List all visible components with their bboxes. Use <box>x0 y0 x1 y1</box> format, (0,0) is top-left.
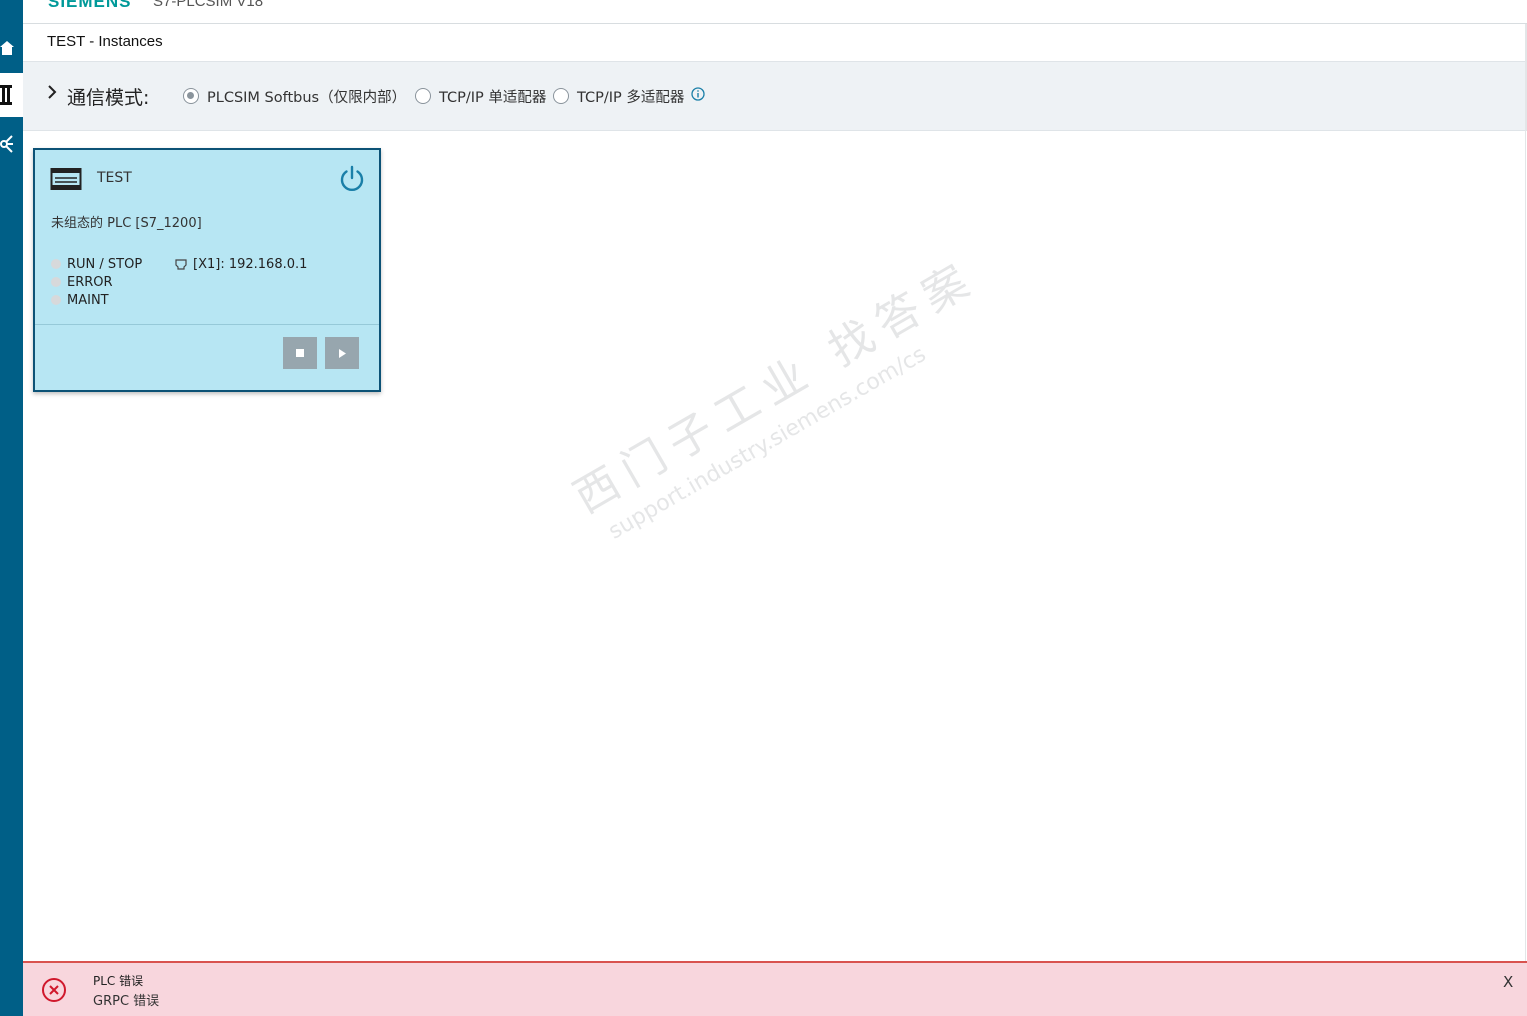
info-icon[interactable] <box>691 87 705 101</box>
home-icon <box>0 41 14 55</box>
ip-address: [X1]: 192.168.0.1 <box>175 255 307 273</box>
stop-icon <box>296 349 304 357</box>
radio-indicator[interactable] <box>553 88 569 104</box>
power-icon[interactable] <box>338 164 366 192</box>
led-label: MAINT <box>67 292 109 308</box>
error-icon <box>42 978 66 1002</box>
run-button[interactable] <box>325 337 359 369</box>
instance-description: 未组态的 PLC [S7_1200] <box>51 216 202 231</box>
status-leds: RUN / STOP ERROR MAINT <box>51 255 142 309</box>
radio-indicator[interactable] <box>183 88 199 104</box>
instance-name: TEST <box>97 170 132 186</box>
comm-mode-panel: 通信模式: PLCSIM Softbus（仅限内部） TCP/IP 单适配器 T… <box>23 61 1527 131</box>
ethernet-port-icon <box>175 258 187 270</box>
radio-label: PLCSIM Softbus（仅限内部） <box>207 89 407 106</box>
app-header: SIEMENS S7-PLCSIM V18 <box>23 0 1527 24</box>
led-label: RUN / STOP <box>67 256 143 272</box>
chevron-right-icon[interactable] <box>46 83 58 101</box>
led-indicator <box>51 277 61 287</box>
radio-indicator[interactable] <box>415 88 431 104</box>
nav-rail <box>0 0 23 1016</box>
page-title: TEST - Instances <box>47 33 163 50</box>
ip-text: [X1]: 192.168.0.1 <box>193 256 308 272</box>
watermark-text: 西门子工业 找答案 <box>565 251 986 524</box>
nav-instances-button[interactable] <box>0 73 23 117</box>
nav-network-button[interactable] <box>0 122 23 166</box>
notification-title: PLC 错误 <box>93 974 144 988</box>
plc-icon <box>50 168 82 190</box>
content-border <box>1525 24 1526 964</box>
radio-tcpip-multi[interactable]: TCP/IP 多适配器 <box>553 86 684 106</box>
led-indicator <box>51 295 61 305</box>
card-divider <box>35 324 379 325</box>
led-label: ERROR <box>67 274 113 290</box>
network-icon <box>0 135 13 153</box>
instances-icon <box>0 85 12 105</box>
stop-button[interactable] <box>283 337 317 369</box>
led-indicator <box>51 259 61 269</box>
watermark: 西门子工业 找答案 support.industry.siemens.com/c… <box>560 242 1001 551</box>
led-run-stop: RUN / STOP <box>51 255 142 273</box>
brand-logo: SIEMENS <box>48 0 132 11</box>
page-header: TEST - Instances <box>23 24 1527 61</box>
radio-label: TCP/IP 多适配器 <box>577 89 685 106</box>
product-name: S7-PLCSIM V18 <box>153 0 264 10</box>
nav-home-button[interactable] <box>0 26 23 70</box>
error-notification: PLC 错误 GRPC 错误 X <box>23 961 1527 1016</box>
radio-softbus[interactable]: PLCSIM Softbus（仅限内部） <box>183 86 406 106</box>
radio-label: TCP/IP 单适配器 <box>439 89 547 106</box>
instance-card[interactable]: TEST 未组态的 PLC [S7_1200] RUN / STOP ERROR… <box>33 148 381 392</box>
notification-message: GRPC 错误 <box>93 994 160 1009</box>
comm-mode-label: 通信模式: <box>67 87 150 109</box>
play-icon <box>339 348 346 358</box>
radio-tcpip-single[interactable]: TCP/IP 单适配器 <box>415 86 546 106</box>
watermark-url: support.industry.siemens.com/cs <box>604 341 931 545</box>
close-button[interactable]: X <box>1503 973 1513 991</box>
led-maint: MAINT <box>51 291 142 309</box>
led-error: ERROR <box>51 273 142 291</box>
